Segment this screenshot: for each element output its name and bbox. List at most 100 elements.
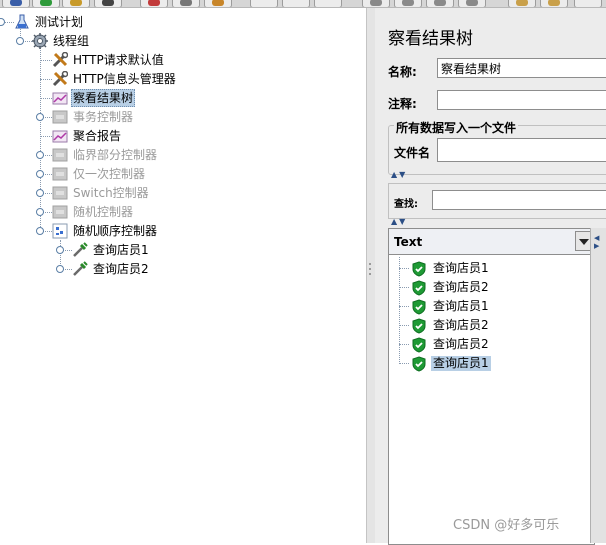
toolbar-button[interactable]	[540, 0, 568, 7]
collapse-arrows-icon[interactable]: ◀ ▶	[594, 234, 599, 250]
toolbar-button[interactable]	[172, 0, 200, 7]
tree-item-once-only-controller[interactable]: 仅一次控制器	[52, 165, 147, 183]
tree-expand-toggle[interactable]	[36, 189, 44, 197]
tree-expand-toggle[interactable]	[16, 37, 24, 45]
search-field[interactable]	[432, 190, 606, 210]
tree-expand-toggle[interactable]	[0, 18, 5, 26]
test-plan-tree: 测试计划 线程组 HTTP请求默认值 HTTP信息头管理器 察看结果树 事务控制…	[0, 8, 366, 543]
success-shield-icon	[411, 355, 427, 372]
tree-item-random-controller[interactable]: 随机控制器	[52, 203, 135, 221]
name-field[interactable]	[437, 58, 606, 78]
tree-item-thread-group[interactable]: 线程组	[32, 32, 91, 50]
panel-title: 察看结果树	[388, 29, 473, 49]
filename-label: 文件名	[394, 146, 431, 160]
tree-expand-toggle[interactable]	[36, 151, 44, 159]
tree-item-transaction-controller[interactable]: 事务控制器	[52, 108, 135, 126]
toolbar-button[interactable]	[62, 0, 90, 7]
toolbar-button[interactable]	[314, 0, 342, 7]
tree-item-critical-section-controller[interactable]: 临界部分控制器	[52, 146, 159, 164]
tree-expand-toggle[interactable]	[56, 265, 64, 273]
toolbar-button[interactable]	[362, 0, 390, 7]
tree-item-label: 临界部分控制器	[73, 148, 158, 162]
controller-icon	[52, 147, 68, 163]
tree-item-sampler[interactable]: 查询店员2	[72, 260, 151, 278]
test-plan-icon	[14, 14, 30, 30]
write-to-file-title: 所有数据写入一个文件	[394, 119, 519, 136]
tree-item-random-order-controller[interactable]: 随机顺序控制器	[52, 222, 159, 240]
tree-item-label: Switch控制器	[73, 186, 149, 200]
comment-label: 注释:	[388, 97, 417, 111]
tree-expand-toggle[interactable]	[56, 246, 64, 254]
toolbar-button[interactable]	[32, 0, 60, 7]
search-label: 查找:	[394, 199, 418, 210]
tree-item-http-defaults[interactable]: HTTP请求默认值	[52, 51, 166, 69]
tree-item-view-results-tree[interactable]: 察看结果树	[52, 89, 136, 107]
renderer-selected: Text	[394, 235, 423, 249]
result-detail-splitter[interactable]: ◀ ▶	[590, 228, 606, 543]
config-tools-icon	[52, 51, 69, 68]
sample-result-item[interactable]: 查询店员2	[411, 335, 491, 354]
collapse-arrows-icon[interactable]: ▲▼	[391, 217, 407, 226]
sample-result-label: 查询店员1	[431, 356, 491, 371]
tree-item-switch-controller[interactable]: Switch控制器	[52, 184, 151, 202]
thread-group-gear-icon	[32, 33, 48, 49]
sample-result-item[interactable]: 查询店员1	[411, 297, 491, 316]
tree-expand-toggle[interactable]	[36, 208, 44, 216]
controller-icon	[52, 185, 68, 201]
tree-expand-toggle[interactable]	[36, 113, 44, 121]
filename-field[interactable]	[437, 138, 606, 162]
element-editor-panel: 察看结果树 名称: 注释: 所有数据写入一个文件 文件名 ▲▼ 查找: ▲▼ T…	[375, 8, 606, 545]
config-tools-icon	[52, 70, 69, 87]
toolbar-button[interactable]	[250, 0, 278, 7]
tree-item-label: 事务控制器	[73, 110, 134, 124]
toolbar-button[interactable]	[204, 0, 232, 7]
random-order-controller-icon	[52, 223, 68, 239]
tree-item-label: 仅一次控制器	[73, 167, 146, 181]
toolbar	[0, 0, 606, 8]
success-shield-icon	[411, 336, 427, 353]
success-shield-icon	[411, 260, 427, 277]
toolbar-button[interactable]	[574, 0, 602, 7]
toolbar-button[interactable]	[394, 0, 422, 7]
sample-result-item[interactable]: 查询店员2	[411, 316, 491, 335]
tree-item-label: 随机控制器	[73, 205, 134, 219]
tree-expand-toggle[interactable]	[36, 227, 44, 235]
results-tree-panel: Text 查询店员1 查询店员2 查询店员1 查询店员2 查询店员2 查询店员1	[388, 228, 595, 545]
tree-item-test-plan[interactable]: 测试计划	[14, 13, 85, 31]
collapse-arrows-icon[interactable]: ▲▼	[391, 170, 407, 179]
tree-item-sampler[interactable]: 查询店员1	[72, 241, 151, 259]
sampler-pipette-icon	[72, 242, 88, 258]
renderer-dropdown[interactable]: Text	[389, 229, 594, 255]
search-row: 查找:	[388, 183, 606, 219]
controller-icon	[52, 166, 68, 182]
listener-chart-icon	[52, 90, 68, 106]
tree-expand-toggle[interactable]	[36, 170, 44, 178]
toolbar-button[interactable]	[2, 0, 30, 7]
tree-item-label: 随机顺序控制器	[73, 224, 158, 238]
sample-result-label: 查询店员2	[433, 337, 489, 351]
sample-result-item[interactable]: 查询店员1	[411, 259, 491, 278]
tree-item-label: 线程组	[53, 34, 90, 48]
tree-item-label: HTTP信息头管理器	[73, 72, 176, 86]
tree-item-aggregate-report[interactable]: 聚合报告	[52, 127, 123, 145]
name-label: 名称:	[388, 65, 417, 79]
tree-item-header-manager[interactable]: HTTP信息头管理器	[52, 70, 178, 88]
listener-chart-icon	[52, 128, 68, 144]
comment-field[interactable]	[437, 90, 606, 110]
tree-item-label: 查询店员1	[93, 243, 149, 257]
success-shield-icon	[411, 298, 427, 315]
toolbar-button[interactable]	[140, 0, 168, 7]
toolbar-button[interactable]	[458, 0, 486, 7]
tree-item-label: 聚合报告	[73, 129, 122, 143]
controller-icon	[52, 109, 68, 125]
toolbar-button[interactable]	[508, 0, 536, 7]
toolbar-button[interactable]	[426, 0, 454, 7]
tree-item-label: 查询店员2	[93, 262, 149, 276]
toolbar-button[interactable]	[282, 0, 310, 7]
sample-result-label: 查询店员1	[433, 299, 489, 313]
sampler-pipette-icon	[72, 261, 88, 277]
sample-result-item[interactable]: 查询店员2	[411, 278, 491, 297]
sample-result-item[interactable]: 查询店员1	[411, 354, 491, 373]
toolbar-button[interactable]	[94, 0, 122, 7]
sample-result-label: 查询店员1	[433, 261, 489, 275]
